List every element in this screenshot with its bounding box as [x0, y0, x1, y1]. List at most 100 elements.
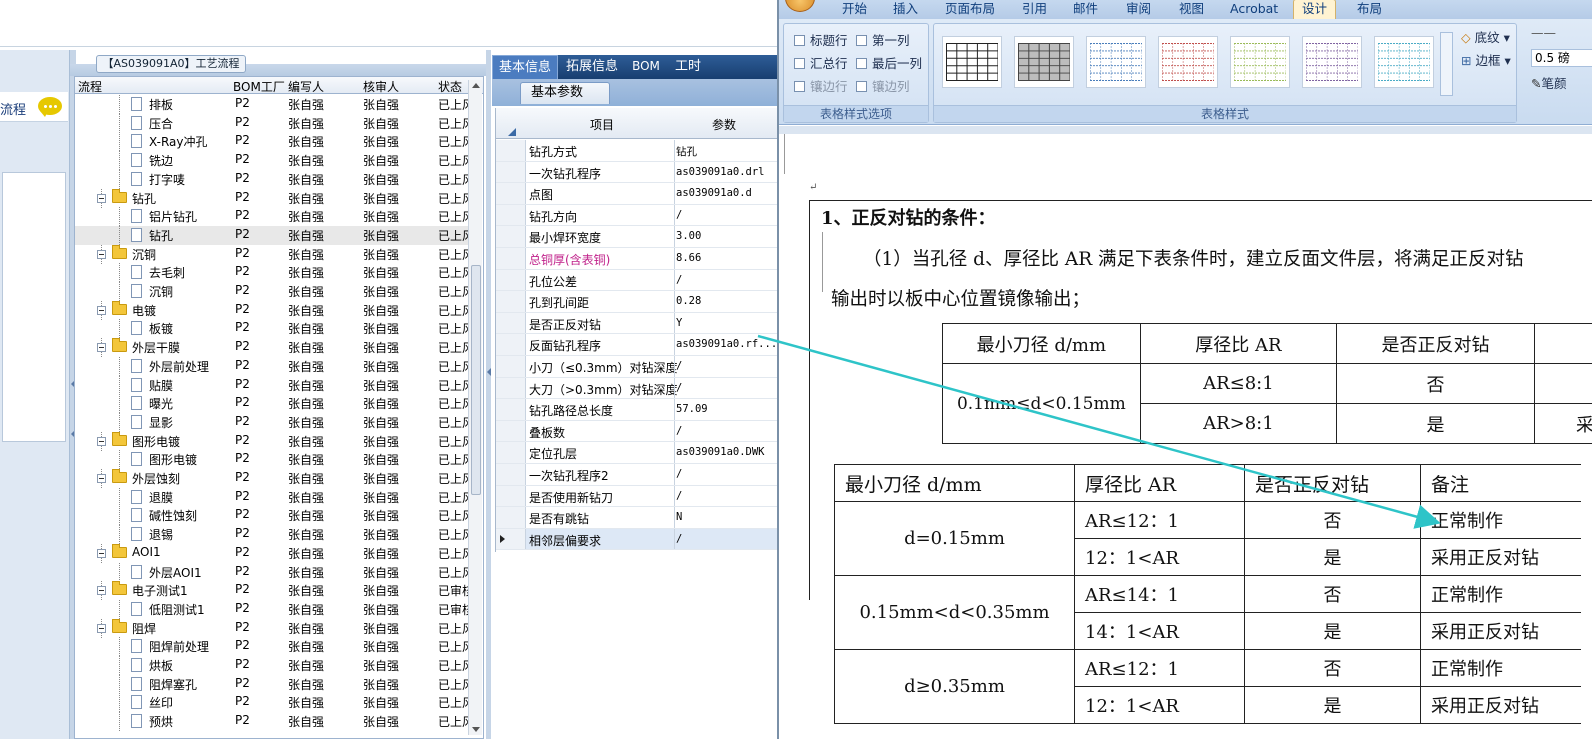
collapse-toggle-icon[interactable] — [97, 474, 106, 483]
param-value[interactable]: N — [676, 511, 682, 523]
checkbox-last-column[interactable]: 最后一列 — [856, 53, 922, 72]
tab-page-layout[interactable]: 页面布局 — [945, 0, 995, 17]
param-value[interactable]: 57.09 — [676, 403, 708, 415]
param-row[interactable]: 反面钻孔程序 as039091a0.rf... — [496, 334, 785, 356]
tree-row[interactable]: 铝片钻孔 P2 张自强 张自强 已上风 — [75, 207, 475, 227]
tree-row[interactable]: 烘板 P2 张自强 张自强 已上风 — [75, 656, 475, 675]
tree-row[interactable]: 预烘 P2 张自强 张自强 已上风 — [75, 712, 475, 732]
tree-row[interactable]: 阻焊 P2 张自强 张自强 已上风 — [75, 618, 475, 638]
tree-row[interactable]: 退膜 P2 张自强 张自强 已上风 — [75, 487, 475, 507]
checkbox-header-row[interactable]: 标题行 — [794, 30, 848, 49]
tree-row[interactable]: 贴膜 P2 张自强 张自强 已上风 — [75, 375, 475, 395]
param-row[interactable]: 定位孔层 as039091a0.DWK — [496, 442, 785, 464]
row-header[interactable] — [496, 140, 526, 161]
row-header[interactable] — [496, 485, 526, 507]
row-header[interactable] — [496, 334, 526, 355]
chat-bubble-icon[interactable] — [38, 97, 62, 117]
tab-mailings[interactable]: 邮件 — [1073, 0, 1098, 17]
tab-basic-info[interactable]: 基本信息 — [492, 55, 558, 79]
line-style-select[interactable]: —— — [1531, 25, 1556, 40]
param-row[interactable]: 是否正反对钻 Y — [496, 312, 785, 335]
param-row[interactable]: 大刀（>0.3mm）对钻深度 / — [496, 377, 785, 400]
param-value[interactable]: as039091a0.drl — [676, 166, 765, 178]
param-row[interactable]: 点图 as039091a0.d — [496, 183, 785, 205]
tree-row[interactable]: 沉铜 P2 张自强 张自强 已上风 — [75, 282, 475, 301]
tree-row[interactable]: 低阻测试1 P2 张自强 张自强 已审核 — [75, 599, 475, 619]
row-header[interactable] — [496, 291, 526, 312]
col-header-status[interactable]: 状态 — [438, 78, 462, 95]
row-header[interactable] — [496, 464, 526, 485]
mid-splitter[interactable] — [486, 50, 491, 739]
tree-row[interactable]: 钻孔 P2 张自强 张自强 已上风 — [75, 225, 475, 245]
col-header-process[interactable]: 流程 — [78, 78, 102, 95]
param-row[interactable]: 相邻层偏要求 / — [496, 528, 785, 551]
shading-button[interactable]: ◇ 底纹 ▾ — [1461, 27, 1510, 46]
param-row[interactable]: 钻孔方向 / — [496, 204, 785, 227]
param-value[interactable]: Y — [676, 317, 682, 329]
collapse-toggle-icon[interactable] — [97, 623, 106, 633]
office-button[interactable] — [785, 0, 815, 12]
param-row[interactable]: 叠板数 / — [496, 420, 785, 443]
param-row[interactable]: 一次钻孔程序 as039091a0.drl — [496, 161, 785, 184]
row-header[interactable] — [496, 356, 526, 377]
document-page[interactable]: ↵ 1、正反对钻的条件： （1）当孔径 d、厚径比 AR 满足下表条件时，建立反… — [779, 134, 1592, 739]
tree-row[interactable]: 外层前处理 P2 张自强 张自强 已上风 — [75, 356, 475, 376]
row-header[interactable] — [496, 377, 526, 399]
row-header[interactable] — [496, 507, 526, 528]
tree-row[interactable]: 电镀 P2 张自强 张自强 已上风 — [75, 300, 475, 320]
tree-row[interactable]: 板镀 P2 张自强 张自强 已上风 — [75, 319, 475, 339]
row-header[interactable] — [496, 420, 526, 442]
param-value[interactable]: / — [676, 490, 682, 502]
row-header[interactable] — [496, 248, 526, 269]
tab-design[interactable]: 设计 — [1293, 0, 1337, 19]
param-row[interactable]: 钻孔路径总长度 57.09 — [496, 399, 785, 421]
borders-button[interactable]: ⊞ 边框 ▾ — [1461, 50, 1511, 69]
collapse-toggle-icon[interactable] — [97, 548, 106, 558]
tab-insert[interactable]: 插入 — [893, 0, 918, 17]
tab-bom[interactable]: BOM — [628, 55, 664, 79]
tree-row[interactable]: 阻焊前处理 P2 张自强 张自强 已上风 — [75, 637, 475, 657]
tree-row[interactable]: X-Ray冲孔 P2 张自强 张自强 已上风 — [75, 132, 475, 152]
param-value[interactable]: 钻孔 — [676, 144, 697, 159]
param-row[interactable]: 总铜厚(含表铜) 8.66 — [496, 248, 785, 270]
param-value[interactable]: / — [676, 360, 682, 372]
row-header[interactable] — [496, 161, 526, 183]
line-weight-select[interactable]: 0.5 磅 — [1531, 49, 1592, 67]
tree-row[interactable]: 外层AOI1 P2 张自强 张自强 已上风 — [75, 562, 475, 582]
param-row[interactable]: 小刀（≤0.3mm）对钻深度 / — [496, 356, 785, 378]
row-header[interactable] — [496, 399, 526, 420]
col-header-bom[interactable]: BOM工厂 — [233, 78, 285, 95]
table-style-swatch[interactable] — [1230, 36, 1290, 88]
nav-item-process[interactable]: 流程 — [0, 92, 68, 122]
tree-row[interactable]: 排板 P2 张自强 张自强 已上风 — [75, 95, 475, 114]
tree-row[interactable]: 退锡 P2 张自强 张自强 已上风 — [75, 525, 475, 545]
collapse-toggle-icon[interactable] — [97, 436, 106, 446]
tree-row[interactable]: AOI1 P2 张自强 张自强 已上风 — [75, 543, 475, 563]
table-style-swatch[interactable] — [1374, 36, 1434, 88]
row-header[interactable] — [496, 183, 526, 204]
collapse-toggle-icon[interactable] — [97, 343, 106, 353]
tree-scrollbar[interactable] — [468, 80, 482, 735]
param-value[interactable]: / — [676, 533, 682, 545]
param-value[interactable]: / — [676, 274, 682, 286]
tree-row[interactable]: 电子测试1 P2 张自强 张自强 已审核 — [75, 581, 475, 601]
tab-view[interactable]: 视图 — [1179, 0, 1204, 17]
tree-row[interactable]: 沉铜 P2 张自强 张自强 已上风 — [75, 244, 475, 264]
tree-row[interactable]: 阻焊塞孔 P2 张自强 张自强 已上风 — [75, 674, 475, 694]
param-row[interactable]: 孔到孔间距 0.28 — [496, 291, 785, 313]
collapse-toggle-icon[interactable] — [97, 305, 106, 315]
collapse-toggle-icon[interactable] — [97, 249, 106, 259]
row-header[interactable] — [496, 269, 526, 291]
param-row[interactable]: 一次钻孔程序2 / — [496, 464, 785, 486]
row-header[interactable] — [496, 528, 526, 550]
tab-references[interactable]: 引用 — [1022, 0, 1047, 17]
param-value[interactable]: as039091a0.d — [676, 187, 752, 199]
tree-row[interactable]: 曝光 P2 张自强 张自强 已上风 — [75, 394, 475, 414]
col-header-reviewer[interactable]: 核审人 — [363, 78, 399, 95]
table-style-swatch[interactable] — [942, 36, 1002, 88]
pen-color-button[interactable]: ✎笔颜 — [1531, 73, 1567, 92]
collapse-arrow-icon[interactable] — [487, 368, 491, 376]
checkbox-banded-rows[interactable]: 镶边行 — [794, 76, 848, 95]
tree-row[interactable]: 打字唛 P2 张自强 张自强 已上风 — [75, 169, 475, 189]
tree-row[interactable]: 图形电镀 P2 张自强 张自强 已上风 — [75, 431, 475, 451]
